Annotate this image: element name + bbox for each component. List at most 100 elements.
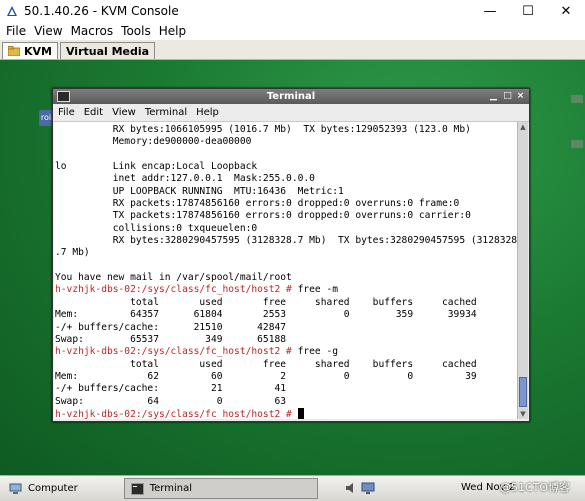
tab-kvm-label: KVM [24,44,52,58]
line-text: UP LOOPBACK RUNNING MTU:16436 Metric:1 [55,185,344,197]
line-text: -/+ buffers/cache: 21510 42847 [55,321,287,333]
minimize-button[interactable]: — [471,0,509,22]
terminal-line: inet addr:127.0.0.1 Mask:255.0.0.0 [55,173,517,185]
menu-view[interactable]: View [34,24,62,38]
taskbar-terminal[interactable]: Terminal [123,478,318,499]
prompt-text: h-vzhjk-dbs-02:/sys/class/fc_host/host2 … [55,284,292,296]
tab-virtual-media[interactable]: Virtual Media [59,42,156,59]
close-button[interactable]: ✕ [547,0,585,22]
terminal-maximize-icon[interactable]: □ [502,91,513,102]
terminal-line: RX bytes:1066105995 (1016.7 Mb) TX bytes… [55,124,517,136]
terminal-minimize-icon[interactable]: ▁ [488,91,499,102]
terminal-line [55,149,517,161]
terminal-line: You have new mail in /var/spool/mail/roo… [55,272,517,284]
terminal-line: Swap: 65537 349 65188 [55,334,517,346]
terminal-line: Memory:de900000-dea00000 [55,136,517,148]
watermark: @51CTO博客 [500,481,571,494]
tab-virtual-media-label: Virtual Media [65,44,150,58]
window-title: 50.1.40.26 - KVM Console [24,4,179,18]
terminal-line: Swap: 64 0 63 [55,396,517,408]
line-text: RX bytes:3280290457595 (3128328.7 Mb) TX… [55,235,517,247]
terminal-output[interactable]: RX bytes:1066105995 (1016.7 Mb) TX bytes… [54,122,517,419]
command-text: free -g [291,346,339,358]
desktop-icon[interactable]: roi [39,110,53,126]
scroll-up-icon[interactable]: ▲ [518,122,528,132]
network-icon[interactable] [361,481,375,495]
terminal-close-icon[interactable]: × [515,91,526,102]
terminal-lines: RX bytes:1066105995 (1016.7 Mb) TX bytes… [54,122,517,419]
terminal-app-icon [57,91,70,102]
tab-strip: KVM Virtual Media [0,40,585,60]
folder-icon [8,46,20,56]
menubar: File View Macros Tools Help [0,22,585,40]
terminal-line [55,260,517,272]
line-text: Mem: 62 60 2 0 0 39 [55,370,477,382]
terminal-line: TX packets:17874856160 errors:0 dropped:… [55,210,517,222]
terminal-line: .7 Mb) [55,247,517,259]
terminal-line: lo Link encap:Local Loopback [55,161,517,173]
line-text: TX packets:17874856160 errors:0 dropped:… [55,210,471,222]
terminal-line: Mem: 62 60 2 0 0 39 [55,371,517,383]
menu-macros[interactable]: Macros [71,24,114,38]
line-text: total used free shared buffers cached [55,296,477,308]
terminal-line: total used free shared buffers cached [55,297,517,309]
text-cursor [297,407,304,419]
line-text: lo Link encap:Local Loopback [55,161,258,173]
terminal-menu-help[interactable]: Help [196,107,219,118]
terminal-title: Terminal [266,91,316,102]
terminal-window[interactable]: Terminal ▁ □ × File Edit View Terminal H… [52,88,530,422]
terminal-menu-file[interactable]: File [58,107,75,118]
terminal-scrollbar[interactable]: ▲ ▼ [517,122,528,419]
taskbar-computer[interactable]: Computer [3,479,84,498]
line-text: collisions:0 txqueuelen:0 [55,222,258,234]
kvm-logo-icon [7,6,17,16]
terminal-line: RX packets:17874856160 errors:0 dropped:… [55,198,517,210]
line-text: RX bytes:1066105995 (1016.7 Mb) TX bytes… [55,124,471,135]
terminal-line: collisions:0 txqueuelen:0 [55,223,517,235]
maximize-button[interactable]: ☐ [509,0,547,22]
line-text: Mem: 64357 61804 2553 0 359 39934 [55,309,477,321]
terminal-line: UP LOOPBACK RUNNING MTU:16436 Metric:1 [55,186,517,198]
line-text: Swap: 65537 349 65188 [55,333,287,345]
tab-kvm[interactable]: KVM [2,42,58,59]
terminal-icon [130,482,144,495]
terminal-line: total used free shared buffers cached [55,359,517,371]
terminal-menu-view[interactable]: View [112,107,136,118]
menu-file[interactable]: File [6,24,26,38]
scroll-down-icon[interactable]: ▼ [518,409,528,419]
terminal-titlebar[interactable]: Terminal ▁ □ × [53,89,529,104]
terminal-line: -/+ buffers/cache: 21510 42847 [55,322,517,334]
taskbar-computer-label: Computer [28,483,78,494]
terminal-prompt-line: h-vzhjk-dbs-02:/sys/class/fc_host/host2 … [55,284,517,296]
line-text: Swap: 64 0 63 [55,395,287,407]
desktop-edge-marker [571,95,583,103]
prompt-text: h-vzhjk-dbs-02:/sys/class/fc_host/host2 … [55,346,292,358]
terminal-menu-terminal[interactable]: Terminal [145,107,187,118]
prompt-text: h-vzhjk-dbs-02:/sys/class/fc_host/host2 … [55,408,292,419]
command-text: free -m [291,284,339,296]
terminal-prompt-line: h-vzhjk-dbs-02:/sys/class/fc_host/host2 … [55,346,517,358]
line-text: RX packets:17874856160 errors:0 dropped:… [55,198,460,210]
line-text: .7 Mb) [55,247,90,259]
line-text [55,260,61,271]
line-text: Memory:de900000-dea00000 [55,136,252,148]
volume-icon[interactable] [344,481,358,495]
terminal-prompt-line: h-vzhjk-dbs-02:/sys/class/fc_host/host2 … [55,407,517,419]
taskbar: Computer Terminal Wed Nov 2 [0,475,585,501]
menu-tools[interactable]: Tools [121,24,151,38]
computer-icon [9,483,22,494]
taskbar-terminal-label: Terminal [149,483,192,494]
terminal-line: Mem: 64357 61804 2553 0 359 39934 [55,309,517,321]
terminal-line: -/+ buffers/cache: 21 41 [55,383,517,395]
line-text: -/+ buffers/cache: 21 41 [55,383,287,395]
line-text: You have new mail in /var/spool/mail/roo… [55,272,292,284]
window-titlebar: 50.1.40.26 - KVM Console — ☐ ✕ [0,0,585,22]
line-text: inet addr:127.0.0.1 Mask:255.0.0.0 [55,173,315,185]
system-tray [344,481,375,495]
desktop-edge-marker [571,140,583,148]
terminal-menu-edit[interactable]: Edit [84,107,103,118]
terminal-menubar: File Edit View Terminal Help [53,104,529,122]
line-text [55,149,61,160]
menu-help[interactable]: Help [159,24,186,38]
scroll-thumb[interactable] [519,377,527,407]
